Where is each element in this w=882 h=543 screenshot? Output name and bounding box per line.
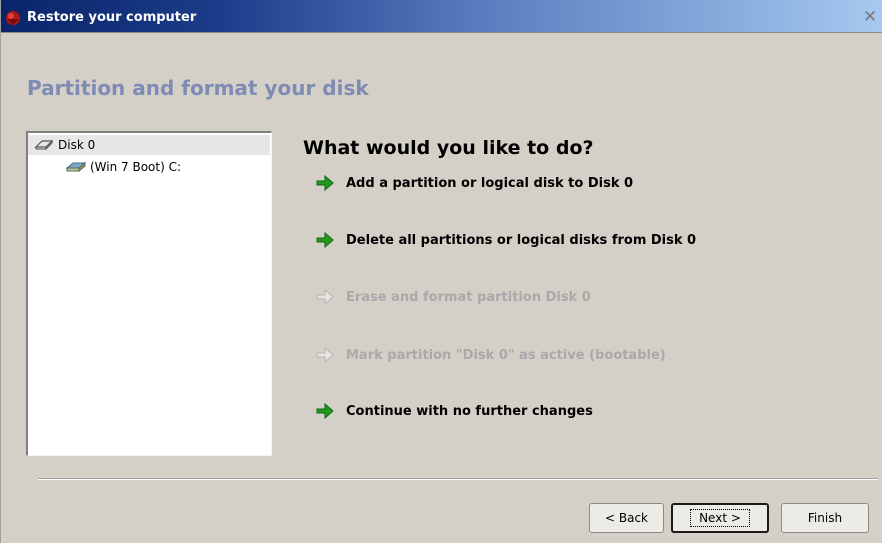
option-mark-active: Mark partition "Disk 0" as active (boota…: [316, 344, 666, 366]
page-title: Partition and format your disk: [27, 76, 369, 100]
close-icon: ✕: [862, 7, 878, 27]
tree-item-label: Disk 0: [58, 138, 96, 152]
question-heading: What would you like to do?: [303, 137, 594, 159]
disabled-arrow-icon: [316, 289, 334, 305]
option-add-partition[interactable]: Add a partition or logical disk to Disk …: [316, 172, 633, 194]
option-label: Erase and format partition Disk 0: [346, 289, 591, 305]
window-title: Restore your computer: [27, 10, 197, 25]
finish-button[interactable]: Finish: [781, 503, 869, 533]
disk-icon: [34, 139, 54, 151]
title-bar[interactable]: Restore your computer ✕: [1, 0, 882, 33]
divider: [38, 478, 878, 480]
option-delete-all-partitions[interactable]: Delete all partitions or logical disks f…: [316, 229, 696, 251]
green-arrow-icon: [316, 403, 334, 419]
option-label: Continue with no further changes: [346, 403, 593, 419]
partition-icon: [66, 161, 86, 173]
next-button[interactable]: Next >: [671, 503, 769, 533]
option-label: Delete all partitions or logical disks f…: [346, 232, 697, 248]
option-label: Mark partition "Disk 0" as active (boota…: [346, 347, 666, 363]
option-continue-no-changes[interactable]: Continue with no further changes: [316, 400, 593, 422]
next-button-label: Next >: [690, 509, 750, 527]
tree-item-label: (Win 7 Boot) C:: [90, 160, 182, 174]
finish-button-label: Finish: [807, 511, 843, 525]
tree-item-partition-c[interactable]: (Win 7 Boot) C:: [66, 157, 181, 177]
app-icon: [6, 11, 20, 25]
close-button[interactable]: ✕: [859, 6, 881, 28]
disabled-arrow-icon: [316, 347, 334, 363]
green-arrow-icon: [316, 175, 334, 191]
option-erase-format: Erase and format partition Disk 0: [316, 286, 591, 308]
green-arrow-icon: [316, 232, 334, 248]
restore-dialog: Restore your computer ✕ Partition and fo…: [0, 0, 882, 543]
back-button-label: < Back: [604, 511, 648, 525]
back-button[interactable]: < Back: [589, 503, 664, 533]
tree-item-disk-0[interactable]: Disk 0: [28, 135, 270, 155]
disk-tree[interactable]: Disk 0 (Win 7 Boot) C:: [26, 131, 272, 456]
option-label: Add a partition or logical disk to Disk …: [346, 175, 634, 191]
